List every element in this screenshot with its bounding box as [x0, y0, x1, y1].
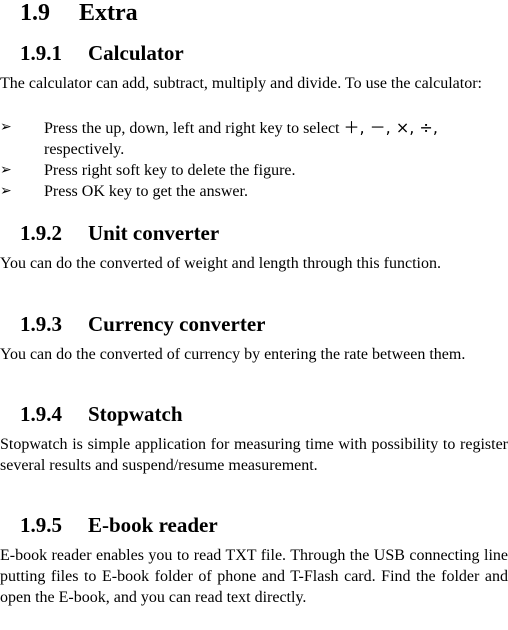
currency-converter-description: You can do the converted of currency by … [0, 346, 466, 363]
subsection-number: 1.9.2 [20, 221, 62, 245]
list-item: ➢ Press right soft key to delete the fig… [0, 160, 508, 181]
ebook-reader-description: E-book reader enables you to read TXT fi… [0, 547, 508, 606]
list-item: ➢ Press OK key to get the answer. [0, 181, 508, 202]
section-number: 1.9 [20, 0, 50, 26]
subsection-number: 1.9.1 [20, 41, 62, 65]
section-title: Extra [79, 0, 138, 26]
subsection-heading-currency-converter: 1.9.3 Currency converter [20, 311, 265, 337]
unit-converter-description: You can do the converted of weight and l… [0, 255, 441, 272]
arrowhead-bullet-icon: ➢ [0, 163, 12, 178]
list-item: ➢ Press the up, down, left and right key… [0, 117, 508, 160]
arrowhead-bullet-icon: ➢ [0, 184, 12, 199]
subsection-title: Stopwatch [88, 402, 183, 426]
bullet-text: Press the up, down, left and right key t… [44, 120, 344, 137]
arrowhead-bullet-icon: ➢ [0, 120, 12, 135]
operator-symbols: ＋, －, ×, ÷, [343, 118, 438, 137]
stopwatch-description: Stopwatch is simple application for meas… [0, 436, 508, 474]
subsection-title: E-book reader [88, 513, 218, 537]
calculator-description: The calculator can add, subtract, multip… [0, 75, 482, 92]
bullet-text-cont: respectively. [44, 141, 125, 158]
subsection-heading-ebook-reader: 1.9.5 E-book reader [20, 512, 218, 538]
section-heading: 1.9 Extra [20, 0, 138, 27]
subsection-number: 1.9.4 [20, 402, 62, 426]
subsection-number: 1.9.5 [20, 513, 62, 537]
bullet-text: Press OK key to get the answer. [44, 183, 248, 200]
calculator-instructions-list: ➢ Press the up, down, left and right key… [0, 117, 508, 202]
subsection-heading-stopwatch: 1.9.4 Stopwatch [20, 401, 183, 427]
subsection-heading-unit-converter: 1.9.2 Unit converter [20, 220, 219, 246]
subsection-number: 1.9.3 [20, 312, 62, 336]
subsection-heading-calculator: 1.9.1 Calculator [20, 40, 184, 66]
bullet-text: Press right soft key to delete the figur… [44, 162, 296, 179]
subsection-title: Calculator [88, 41, 184, 65]
subsection-title: Currency converter [88, 312, 266, 336]
subsection-title: Unit converter [88, 221, 220, 245]
